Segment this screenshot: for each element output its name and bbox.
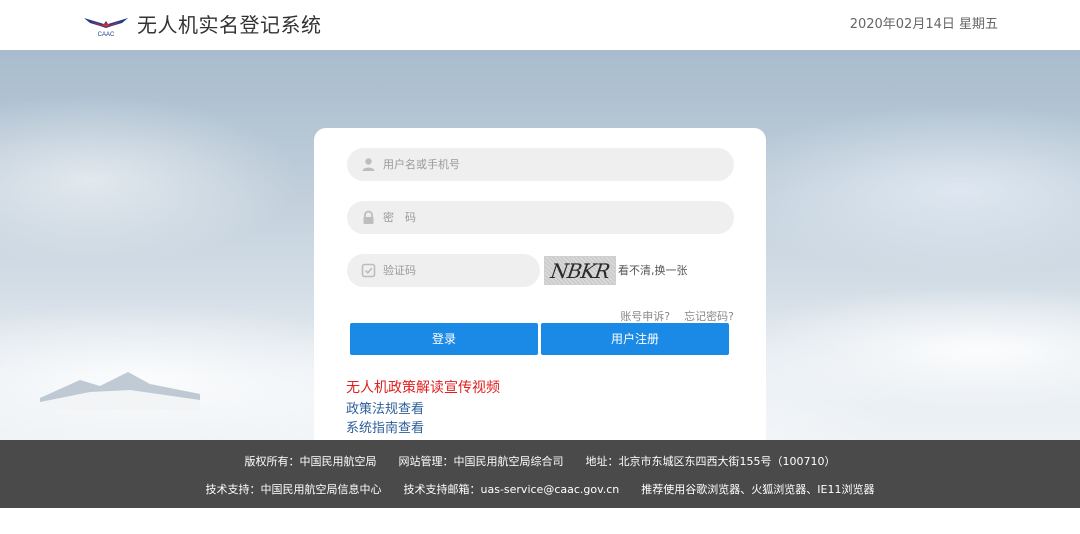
captcha-refresh-link[interactable]: 看不清,换一张 — [618, 262, 688, 278]
footer-tech-support: 技术支持：中国民用航空局信息中心 — [205, 483, 382, 496]
user-icon — [362, 158, 375, 171]
footer-address: 地址：北京市东城区东四西大街155号（100710） — [585, 455, 836, 468]
current-date: 2020年02月14日 星期五 — [849, 17, 998, 32]
account-links: 账号申诉? 忘记密码? — [620, 308, 734, 324]
footer-browser-tip: 推荐使用谷歌浏览器、火狐浏览器、IE11浏览器 — [641, 483, 875, 496]
header: CAAC 无人机实名登记系统 2020年02月14日 星期五 — [0, 0, 1080, 50]
guide-link[interactable]: 系统指南查看 — [346, 417, 424, 436]
footer-site-admin: 网站管理：中国民用航空局综合司 — [398, 455, 564, 468]
login-card: NBKR 看不清,换一张 账号申诉? 忘记密码? 登录 用户注册 无人机政策解读宣… — [314, 128, 766, 462]
register-button[interactable]: 用户注册 — [541, 323, 729, 355]
captcha-code: NBKR — [549, 259, 611, 283]
username-field[interactable] — [347, 148, 734, 181]
password-field[interactable] — [347, 201, 734, 234]
promo-video-link[interactable]: 无人机政策解读宣传视频 — [346, 377, 500, 397]
logo-text: CAAC — [98, 32, 115, 38]
policy-link[interactable]: 政策法规查看 — [346, 398, 424, 417]
captcha-field[interactable] — [347, 254, 540, 287]
shield-check-icon — [361, 263, 376, 278]
footer-support-email: 技术支持邮箱：uas-service@caac.gov.cn — [403, 483, 620, 496]
hero-background: NBKR 看不清,换一张 账号申诉? 忘记密码? 登录 用户注册 无人机政策解读宣… — [0, 50, 1080, 462]
footer-row-1: 版权所有：中国民用航空局 网站管理：中国民用航空局综合司 地址：北京市东城区东四西大… — [0, 453, 1080, 469]
captcha-input[interactable] — [383, 254, 528, 287]
login-button[interactable]: 登录 — [350, 323, 538, 355]
forgot-password-link[interactable]: 忘记密码? — [684, 310, 734, 323]
password-input[interactable] — [383, 201, 722, 234]
captcha-image[interactable]: NBKR — [544, 256, 616, 285]
site-title: 无人机实名登记系统 — [137, 13, 322, 37]
footer: 版权所有：中国民用航空局 网站管理：中国民用航空局综合司 地址：北京市东城区东四西大… — [0, 440, 1080, 508]
username-input[interactable] — [383, 148, 722, 181]
footer-copyright: 版权所有：中国民用航空局 — [244, 455, 377, 468]
footer-row-2: 技术支持：中国民用航空局信息中心 技术支持邮箱：uas-service@caac.… — [0, 481, 1080, 497]
lock-icon — [363, 210, 374, 224]
appeal-link[interactable]: 账号申诉? — [620, 310, 670, 323]
mountain-decoration — [40, 372, 200, 410]
bottom-strip — [0, 508, 1080, 534]
caac-logo-icon: CAAC — [84, 18, 128, 38]
